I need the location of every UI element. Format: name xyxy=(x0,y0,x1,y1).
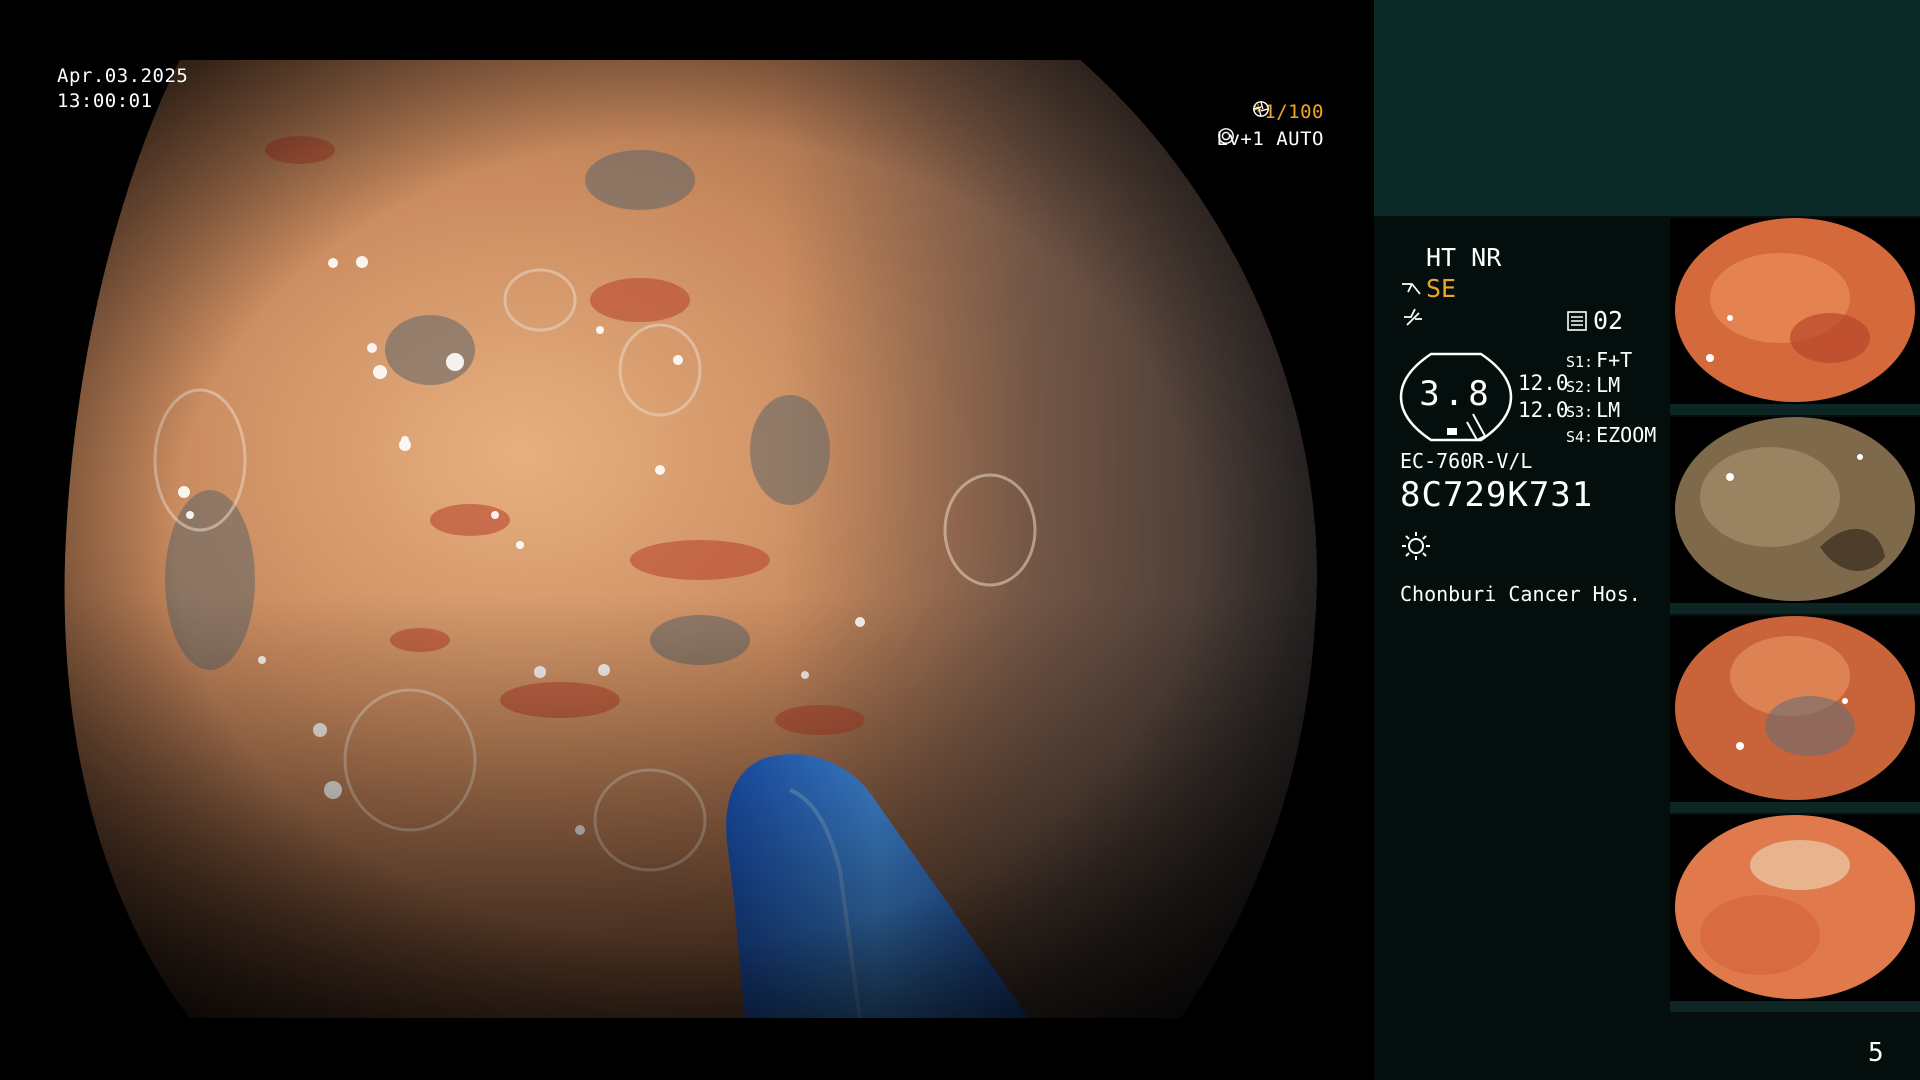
panel-header-block xyxy=(1374,0,1920,216)
serial-number: 8C729K731 xyxy=(1400,475,1594,515)
switch-s1: S1: F+T xyxy=(1566,348,1632,372)
gauge-value: 3.8 xyxy=(1419,374,1493,414)
time-label: 13:00:01 xyxy=(57,90,153,112)
shutter-indicator: *1/100 xyxy=(1252,100,1324,125)
ht-nr-label: HT NR xyxy=(1426,243,1502,272)
endoscopic-view: Apr.03.2025 13:00:01 *1/100 Lv+1 AUTO xyxy=(0,0,1374,1080)
switch-value: EZOOM xyxy=(1596,423,1657,447)
memory-indicator: 02 xyxy=(1566,306,1623,335)
switch-s2: S2: LM xyxy=(1566,373,1620,397)
endoscopy-screen: Apr.03.2025 13:00:01 *1/100 Lv+1 AUTO HT… xyxy=(0,0,1920,1080)
switch-value: LM xyxy=(1596,373,1621,397)
info-panel: HT NR SE 02 3.8 12.0 12.0 S1: F+T S2: LM… xyxy=(1374,0,1920,1080)
scope-model-label: EC-760R-V/L xyxy=(1400,449,1533,473)
page-number: 5 xyxy=(1868,1038,1884,1068)
thumbnail-image xyxy=(1670,218,1920,415)
switch-key: S4: xyxy=(1566,428,1594,446)
memory-label: 02 xyxy=(1593,306,1624,335)
curve-icon xyxy=(1404,308,1422,326)
switch-key: S1: xyxy=(1566,353,1594,371)
switch-key: S3: xyxy=(1566,403,1594,421)
memory-card-icon xyxy=(1567,310,1587,331)
switch-value: F+T xyxy=(1596,348,1633,372)
iris-icon xyxy=(1217,128,1234,144)
captured-image-thumb-4[interactable] xyxy=(1670,815,1920,1012)
endoscopic-image xyxy=(64,60,1317,1018)
se-label: SE xyxy=(1426,274,1457,303)
captured-image-thumb-3[interactable] xyxy=(1670,616,1920,813)
sun-icon xyxy=(1402,532,1430,560)
captured-image-thumb-2[interactable] xyxy=(1670,417,1920,614)
thumbnail-image xyxy=(1670,616,1920,813)
scissors-icon xyxy=(1402,282,1421,295)
switch-s4: S4: EZOOM xyxy=(1566,423,1656,447)
setting-value-1: 12.0 xyxy=(1518,371,1569,395)
brightness-mode-indicator: Lv+1 AUTO xyxy=(1217,127,1324,152)
structure-enhancement-indicator: SE xyxy=(1400,274,1456,303)
switch-key: S2: xyxy=(1566,378,1594,396)
hospital-name: Chonburi Cancer Hos. xyxy=(1400,582,1641,606)
thumbnail-image xyxy=(1670,815,1920,1012)
switch-s3: S3: LM xyxy=(1566,398,1620,422)
captured-image-thumb-1[interactable] xyxy=(1670,218,1920,415)
setting-value-2: 12.0 xyxy=(1518,398,1569,422)
date-label: Apr.03.2025 xyxy=(57,65,189,87)
switch-value: LM xyxy=(1596,398,1621,422)
aperture-icon xyxy=(1253,101,1270,117)
thumbnail-image xyxy=(1670,417,1920,614)
